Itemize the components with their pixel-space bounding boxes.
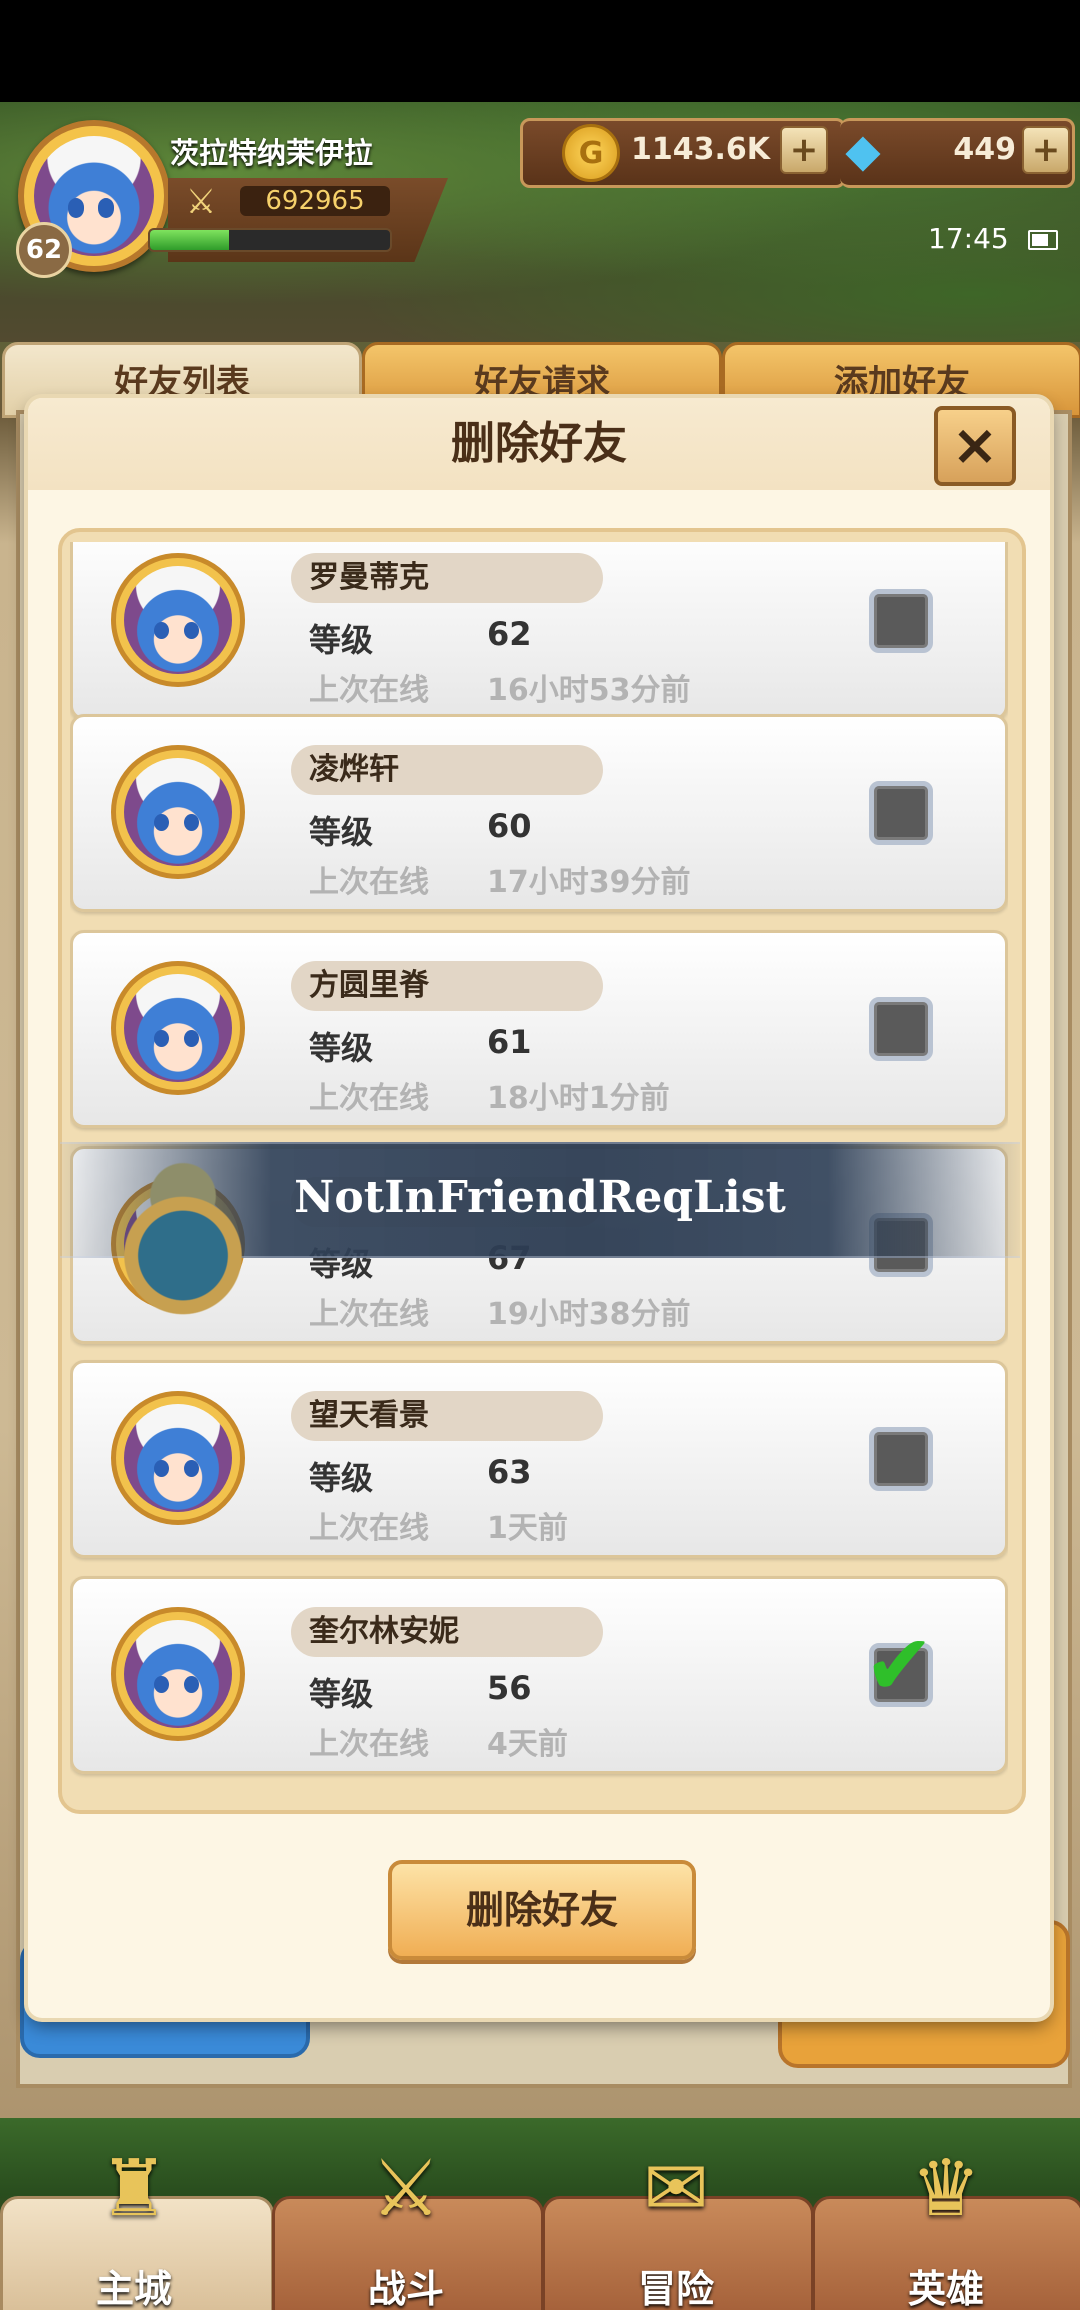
select-checkbox[interactable] [869,589,933,653]
friend-level: 60 [487,807,532,845]
nav-label: 主城 [95,2267,172,2310]
error-toast-text: NotInFriendReqList [294,1172,786,1223]
friend-level: 63 [487,1453,532,1491]
friend-last-online: 18小时1分前 [487,1081,670,1116]
player-level-badge: 62 [16,222,72,278]
clock: 17:45 [928,222,1009,255]
level-label: 等级 [309,1459,374,1497]
friend-card[interactable]: 凌烨轩等级 60 上次在线 17小时39分前 [70,714,1008,912]
last-online-label: 上次在线 [309,673,429,708]
checkmark-icon: ✔ [864,1616,935,1714]
friend-card[interactable]: 方圆里脊等级 61 上次在线 18小时1分前 [70,930,1008,1128]
friend-avatar [111,553,245,687]
dialog-title: 删除好友 [28,398,1050,490]
friend-level: 56 [487,1669,532,1707]
last-online-label: 上次在线 [309,1727,429,1762]
level-label: 等级 [309,813,374,851]
delete-friend-button[interactable]: 删除好友 [388,1860,696,1960]
friend-avatar [111,961,245,1095]
friend-level: 61 [487,1023,532,1061]
add-gems-button[interactable]: + [1022,126,1070,174]
gold-coin-icon: G [562,124,620,182]
crossed-swords-icon: ⚔ [371,2144,441,2234]
hero-helmet-icon: ♛ [911,2144,981,2234]
select-checkbox[interactable]: ✔ [864,1620,934,1710]
gold-value: 1143.6K [630,132,770,167]
level-label: 等级 [309,621,374,659]
friend-face-icon [124,1620,232,1728]
friend-face-icon [124,566,232,674]
friend-name: 罗曼蒂克 [291,553,603,603]
friend-last-online: 19小时38分前 [487,1297,691,1332]
level-label: 等级 [309,1029,374,1067]
select-checkbox[interactable] [869,997,933,1061]
friend-last-online: 16小时53分前 [487,673,691,708]
select-checkbox[interactable] [869,1427,933,1491]
friend-avatar [111,1607,245,1741]
nav-label: 冒险 [637,2267,714,2310]
close-button[interactable]: × [934,406,1016,486]
player-name: 茨拉特纳茉伊拉 [170,136,374,170]
friend-face-icon [124,758,232,866]
friend-face-icon [124,974,232,1082]
friend-card[interactable]: 望天看景等级 63 上次在线 1天前 [70,1360,1008,1558]
last-online-label: 上次在线 [309,1511,429,1546]
friend-name: 方圆里脊 [291,961,603,1011]
add-gold-button[interactable]: + [780,126,828,174]
friend-avatar [111,1391,245,1525]
battery-icon [1028,230,1058,250]
friend-last-online: 1天前 [487,1511,568,1546]
select-checkbox[interactable] [869,781,933,845]
diamond-icon: ◆ [845,123,881,177]
friend-card[interactable]: 奎尔林安妮等级 56 上次在线 4天前 ✔ [70,1576,1008,1774]
friend-name: 凌烨轩 [291,745,603,795]
friend-last-online: 17小时39分前 [487,865,691,900]
friend-name: 望天看景 [291,1391,603,1441]
scroll-map-icon: ✉ [643,2144,709,2234]
friend-card[interactable]: 罗曼蒂克等级 62 上次在线 16小时53分前 [70,542,1008,720]
last-online-label: 上次在线 [309,865,429,900]
castle-icon: ♜ [99,2144,169,2234]
friend-level: 62 [487,615,532,653]
xp-bar-fill [150,230,230,250]
friend-last-online: 4天前 [487,1727,568,1762]
friend-face-icon [124,1404,232,1512]
gem-value: 449 [953,132,1016,167]
crossed-swords-icon: ⚔ [185,182,217,222]
level-label: 等级 [309,1675,374,1713]
last-online-label: 上次在线 [309,1297,429,1332]
last-online-label: 上次在线 [309,1081,429,1116]
power-value: 692965 [240,186,390,216]
nav-label: 战斗 [367,2267,444,2310]
friend-avatar [111,745,245,879]
xp-bar [148,228,392,252]
nav-label: 英雄 [907,2267,984,2310]
device-top-bar [0,0,1080,102]
friend-name: 奎尔林安妮 [291,1607,603,1657]
